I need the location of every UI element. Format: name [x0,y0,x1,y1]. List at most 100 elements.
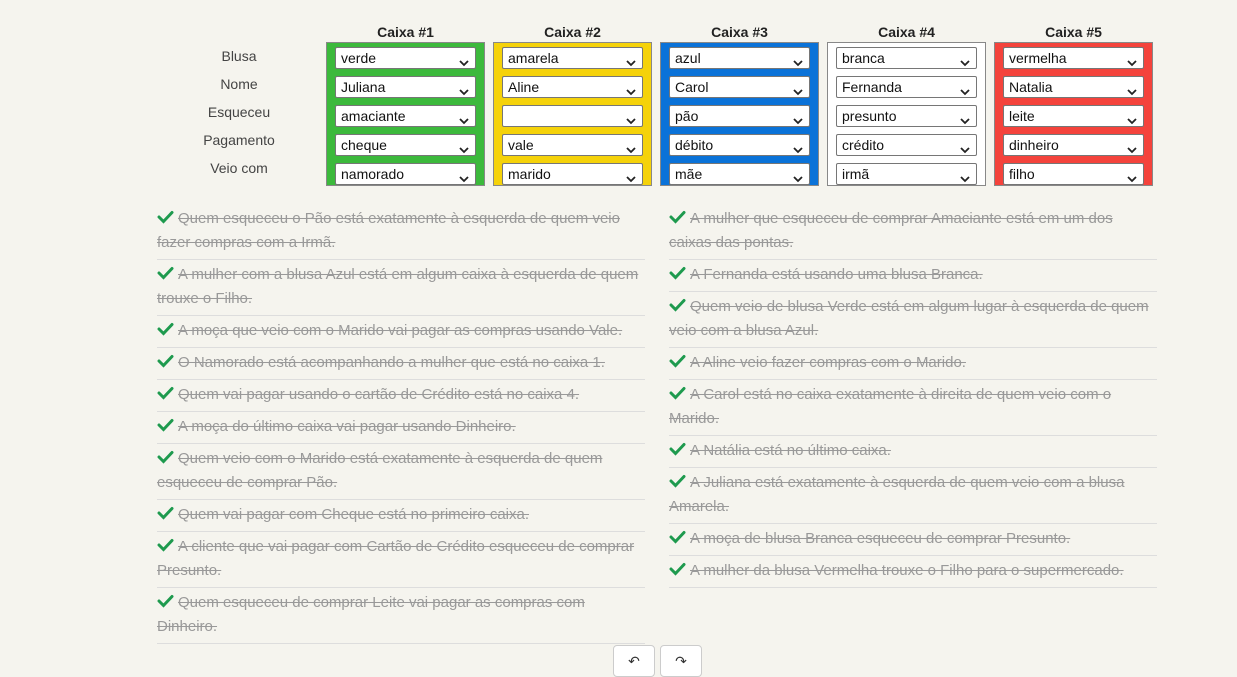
checkmark-icon [669,264,686,280]
clue-text: A Carol está no caixa exatamente à direi… [669,386,1112,427]
attribute-select[interactable]: vermelha [1003,47,1144,69]
box-panel: azul Carol pão débito mãe [660,42,819,186]
attribute-select[interactable]: vale [502,134,643,156]
clue-item[interactable]: A Natália está no último caixa. [669,436,1157,468]
chevron-down-icon [960,140,970,154]
clue-text: A Juliana está exatamente à esquerda de … [669,474,1125,515]
select-value: vermelha [1009,50,1067,66]
row-label: Veio com [210,160,268,176]
select-value: presunto [842,108,897,124]
clue-item[interactable]: A moça de blusa Branca esqueceu de compr… [669,524,1157,556]
attribute-select[interactable]: Carol [669,76,810,98]
checkmark-icon [157,504,174,520]
attribute-select[interactable]: verde [335,47,476,69]
clue-item[interactable]: Quem vai pagar usando o cartão de Crédit… [157,380,645,412]
clue-item[interactable]: Quem veio de blusa Verde está em algum l… [669,292,1157,348]
attribute-select[interactable]: presunto [836,105,977,127]
select-value: crédito [842,137,885,153]
redo-button[interactable]: ↷ [660,645,702,677]
chevron-down-icon [960,53,970,67]
select-value: Natalia [1009,79,1053,95]
chevron-down-icon [1127,82,1137,96]
checkmark-icon [669,528,686,544]
chevron-down-icon [459,140,469,154]
attribute-select[interactable]: marido [502,163,643,185]
chevron-down-icon [793,169,803,183]
clue-item[interactable]: A mulher que esqueceu de comprar Amacian… [669,204,1157,260]
box-column: Caixa #1 verde Juliana amaciante cheque namor… [326,22,485,186]
box-panel: verde Juliana amaciante cheque namorado [326,42,485,186]
clue-item[interactable]: Quem esqueceu o Pão está exatamente à es… [157,204,645,260]
clue-item[interactable]: A Aline veio fazer compras com o Marido. [669,348,1157,380]
clue-text: Quem veio de blusa Verde está em algum l… [669,298,1149,339]
box-column: Caixa #5 vermelha Natalia leite dinheiro filh… [994,22,1153,186]
clue-text: A moça de blusa Branca esqueceu de compr… [690,530,1071,547]
chevron-down-icon [459,82,469,96]
clue-text: A Natália está no último caixa. [690,442,891,459]
attribute-select[interactable]: filho [1003,163,1144,185]
attribute-select[interactable]: crédito [836,134,977,156]
clue-item[interactable]: Quem vai pagar com Cheque está no primei… [157,500,645,532]
checkmark-icon [157,448,174,464]
clue-item[interactable]: A moça do último caixa vai pagar usando … [157,412,645,444]
chevron-down-icon [793,111,803,125]
clue-list-right: A mulher que esqueceu de comprar Amacian… [669,204,1157,588]
clue-text: Quem esqueceu o Pão está exatamente à es… [157,210,620,251]
attribute-select[interactable]: amaciante [335,105,476,127]
attribute-select[interactable]: irmã [836,163,977,185]
clue-item[interactable]: A mulher da blusa Vermelha trouxe o Filh… [669,556,1157,588]
box-title: Caixa #5 [1045,24,1102,40]
attribute-select[interactable]: dinheiro [1003,134,1144,156]
attribute-select[interactable]: Natalia [1003,76,1144,98]
checkmark-icon [669,296,686,312]
checkmark-icon [669,472,686,488]
attribute-select[interactable]: amarela [502,47,643,69]
chevron-down-icon [1127,140,1137,154]
attribute-select[interactable]: azul [669,47,810,69]
attribute-select[interactable]: namorado [335,163,476,185]
clue-item[interactable]: A Juliana está exatamente à esquerda de … [669,468,1157,524]
clue-item[interactable]: O Namorado está acompanhando a mulher qu… [157,348,645,380]
box-panel: branca Fernanda presunto crédito irmã [827,42,986,186]
attribute-select[interactable]: pão [669,105,810,127]
chevron-down-icon [459,111,469,125]
attribute-select[interactable]: leite [1003,105,1144,127]
clue-item[interactable]: A Fernanda está usando uma blusa Branca. [669,260,1157,292]
attribute-select[interactable]: débito [669,134,810,156]
clue-item[interactable]: Quem esqueceu de comprar Leite vai pagar… [157,588,645,644]
select-value: Aline [508,79,540,95]
clue-text: Quem vai pagar usando o cartão de Crédit… [178,386,580,403]
attribute-select[interactable]: cheque [335,134,476,156]
attribute-select[interactable]: mãe [669,163,810,185]
row-labels: Blusa Nome Esqueceu Pagamento Veio com [198,48,280,188]
clue-text: A Aline veio fazer compras com o Marido. [690,354,966,371]
clue-item[interactable]: A mulher com a blusa Azul está em algum … [157,260,645,316]
clue-text: Quem veio com o Marido está exatamente à… [157,450,603,491]
clue-item[interactable]: A cliente que vai pagar com Cartão de Cr… [157,532,645,588]
checkmark-icon [157,264,174,280]
attribute-select[interactable] [502,105,643,127]
clue-item[interactable]: A Carol está no caixa exatamente à direi… [669,380,1157,436]
checkmark-icon [157,536,174,552]
select-value: vale [508,137,534,153]
attribute-select[interactable]: Fernanda [836,76,977,98]
checkmark-icon [157,592,174,608]
clue-text: A moça do último caixa vai pagar usando … [178,418,516,435]
attribute-select[interactable]: Juliana [335,76,476,98]
attribute-select[interactable]: Aline [502,76,643,98]
select-value: azul [675,50,701,66]
box-title: Caixa #2 [544,24,601,40]
undo-button[interactable]: ↶ [613,645,655,677]
clue-text: Quem esqueceu de comprar Leite vai pagar… [157,594,585,635]
clue-text: O Namorado está acompanhando a mulher qu… [178,354,605,371]
row-label: Nome [220,76,258,92]
clue-list-left: Quem esqueceu o Pão está exatamente à es… [157,204,645,644]
chevron-down-icon [793,140,803,154]
box-panel: vermelha Natalia leite dinheiro filho [994,42,1153,186]
clue-item[interactable]: Quem veio com o Marido está exatamente à… [157,444,645,500]
attribute-select[interactable]: branca [836,47,977,69]
select-value: leite [1009,108,1035,124]
clue-item[interactable]: A moça que veio com o Marido vai pagar a… [157,316,645,348]
checkmark-icon [669,384,686,400]
clue-text: A mulher da blusa Vermelha trouxe o Filh… [690,562,1124,579]
